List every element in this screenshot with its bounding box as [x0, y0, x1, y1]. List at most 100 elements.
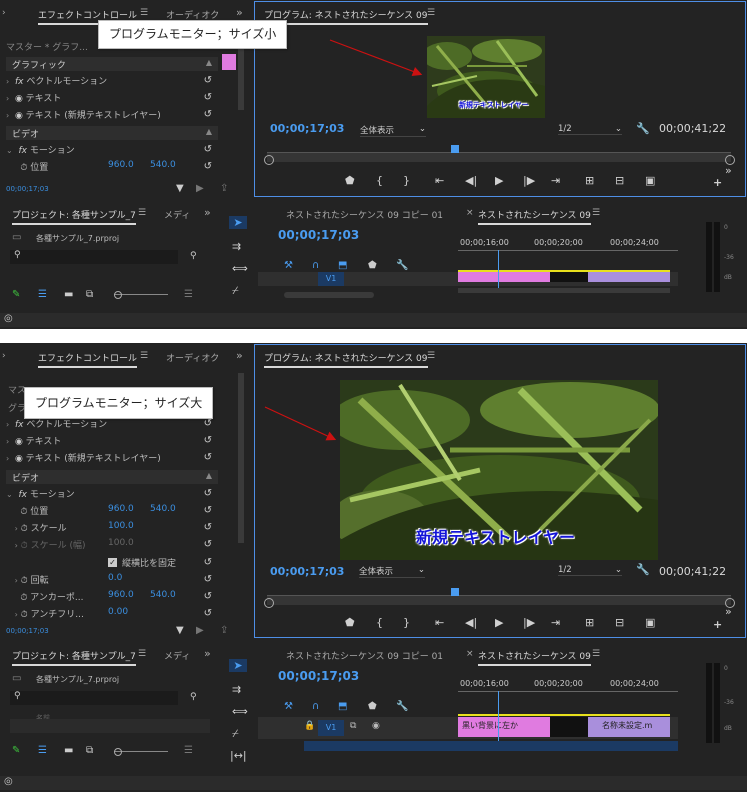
tab-sequence-active[interactable]: ネストされたシーケンス 09 [478, 649, 591, 666]
track-target-v1[interactable]: V1 [318, 272, 344, 286]
list-view-icon[interactable]: ☰ [38, 289, 47, 300]
selection-tool-icon[interactable]: ➤ [229, 216, 247, 229]
audio-track-a1[interactable] [304, 741, 678, 751]
razor-tool-icon[interactable]: ⌿ [232, 284, 239, 298]
find-icon[interactable]: ⚲ [190, 692, 197, 702]
timeline-timecode[interactable]: 00;00;17;03 [278, 228, 359, 242]
meter-label-db: dB [724, 725, 732, 732]
eye-icon[interactable]: ◉ [372, 721, 380, 731]
meter-label-0: 0 [724, 665, 728, 672]
timeline-timecode[interactable]: 00;00;17;03 [278, 669, 359, 683]
freeform-view-icon[interactable]: ⧉ [86, 289, 93, 300]
search-icon: ⚲ [14, 250, 21, 260]
timeline-scrollbar[interactable] [284, 292, 374, 298]
ripple-edit-tool-icon[interactable]: ⟺ [232, 262, 248, 275]
timeline-ruler[interactable] [458, 691, 678, 696]
audio-meter-panel: 0 -36 dB [698, 210, 744, 300]
clip-pink[interactable] [458, 272, 550, 282]
freeform-view-icon[interactable]: ⧉ [86, 745, 93, 756]
vu-meter-left [706, 663, 712, 743]
audio-meter-panel: 0 -36 dB [698, 651, 744, 751]
project-search-input[interactable]: ⚲ [10, 250, 178, 264]
screenshot-divider [0, 329, 747, 343]
panel-menu-icon[interactable]: ☰ [138, 649, 146, 659]
panels-overflow-icon[interactable]: » [204, 647, 211, 660]
snap-icon[interactable]: ⚒ [284, 701, 293, 712]
linked-selection-icon[interactable]: ∩ [312, 701, 319, 712]
timeline-ruler[interactable] [458, 250, 678, 255]
timeline-settings-icon[interactable]: 🔧 [396, 260, 408, 271]
cc-icon[interactable]: ◎ [4, 776, 13, 787]
clip-black-background[interactable]: 黒い背景に左か [458, 717, 550, 737]
timeline-panel: ネストされたシーケンス 09 コピー 01 × ネストされたシーケンス 09 ☰… [258, 200, 690, 310]
clip-purple[interactable] [588, 272, 670, 282]
ripple-edit-tool-icon[interactable]: ⟺ [232, 705, 248, 718]
icon-view-icon[interactable]: ▬ [64, 745, 73, 756]
status-bar: ◎ [0, 776, 747, 790]
clip-untitled[interactable]: 名称未設定.m [588, 717, 670, 737]
panel-menu-icon[interactable]: ☰ [592, 649, 600, 659]
project-panel: プロジェクト: 各種サンプル_7 ☰ メディ » ▭ 各種サンプル_7.prpr… [0, 641, 222, 765]
meter-label-0: 0 [724, 224, 728, 231]
add-marker-icon[interactable]: ⬒ [338, 260, 347, 271]
screenshot-small-monitor: › エフェクトコントロール ☰ オーディオク » マスター * グラフ... グ… [0, 0, 747, 329]
sort-icon[interactable]: ☰ [184, 289, 193, 300]
project-search-input[interactable]: ⚲ [10, 691, 178, 705]
zoom-slider[interactable] [114, 748, 168, 756]
marker-icon[interactable]: ⬟ [368, 701, 377, 712]
track-target-v1[interactable]: V1 [318, 720, 344, 736]
project-file-icon: ▭ [12, 232, 22, 243]
timeline-h-scrollbar[interactable] [458, 288, 670, 293]
zoom-slider[interactable] [114, 291, 168, 299]
tab-media-browser[interactable]: メディ [164, 649, 190, 662]
timeline-playhead-line[interactable] [498, 250, 499, 290]
callout-arrow [264, 406, 337, 441]
vu-meter-right [714, 663, 720, 743]
ruler-label-3: 00;00;24;00 [610, 238, 659, 247]
lock-icon[interactable]: 🔒 [304, 721, 315, 731]
slip-tool-icon[interactable]: |↔| [230, 749, 247, 762]
linked-selection-icon[interactable]: ∩ [312, 260, 319, 271]
tab-project[interactable]: プロジェクト: 各種サンプル_7 [12, 649, 136, 666]
search-icon: ⚲ [14, 691, 21, 701]
icon-view-icon[interactable]: ▬ [64, 289, 73, 300]
add-marker-icon[interactable]: ⬒ [338, 701, 347, 712]
tools-panel: ➤ ⇉ ⟺ ⌿ |↔| [224, 651, 254, 771]
sync-lock-icon[interactable]: ⧉ [350, 721, 356, 731]
close-tab-icon[interactable]: × [466, 649, 474, 659]
ruler-label-1: 00;00;16;00 [460, 679, 509, 688]
razor-tool-icon[interactable]: ⌿ [232, 727, 239, 741]
timeline-work-area-bar[interactable] [458, 714, 670, 716]
tab-sequence-copy[interactable]: ネストされたシーケンス 09 コピー 01 [286, 208, 443, 221]
project-panel: プロジェクト: 各種サンプル_7 ☰ メディ » ▭ 各種サンプル_7.prpr… [0, 200, 222, 310]
marker-icon[interactable]: ⬟ [368, 260, 377, 271]
pencil-icon[interactable]: ✎ [12, 745, 20, 756]
timeline-panel: ネストされたシーケンス 09 コピー 01 × ネストされたシーケンス 09 ☰… [258, 641, 690, 769]
ruler-label-2: 00;00;20;00 [534, 679, 583, 688]
tools-panel: ➤ ⇉ ⟺ ⌿ [224, 208, 254, 308]
vu-meter-right [714, 222, 720, 292]
tab-media-browser[interactable]: メディ [164, 208, 190, 221]
track-select-tool-icon[interactable]: ⇉ [232, 240, 241, 253]
panels-overflow-icon[interactable]: » [204, 206, 211, 219]
find-icon[interactable]: ⚲ [190, 251, 197, 261]
tab-sequence-active[interactable]: ネストされたシーケンス 09 [478, 208, 591, 225]
tab-project[interactable]: プロジェクト: 各種サンプル_7 [12, 208, 136, 225]
clip-black[interactable] [550, 272, 588, 282]
panel-menu-icon[interactable]: ☰ [138, 208, 146, 218]
selection-tool-icon[interactable]: ➤ [229, 659, 247, 672]
clip-black[interactable] [550, 717, 588, 737]
close-tab-icon[interactable]: × [466, 208, 474, 218]
snap-icon[interactable]: ⚒ [284, 260, 293, 271]
cc-icon[interactable]: ◎ [4, 313, 13, 324]
callout-arrow [329, 39, 423, 76]
pencil-icon[interactable]: ✎ [12, 289, 20, 300]
panel-menu-icon[interactable]: ☰ [592, 208, 600, 218]
track-select-tool-icon[interactable]: ⇉ [232, 683, 241, 696]
tab-sequence-copy[interactable]: ネストされたシーケンス 09 コピー 01 [286, 649, 443, 662]
list-view-icon[interactable]: ☰ [38, 745, 47, 756]
timeline-settings-icon[interactable]: 🔧 [396, 701, 408, 712]
meter-label-36: -36 [724, 254, 734, 261]
screenshot-large-monitor: › エフェクトコントロール ☰ オーディオク » マス グラ › fx ベクトル… [0, 343, 747, 792]
sort-icon[interactable]: ☰ [184, 745, 193, 756]
